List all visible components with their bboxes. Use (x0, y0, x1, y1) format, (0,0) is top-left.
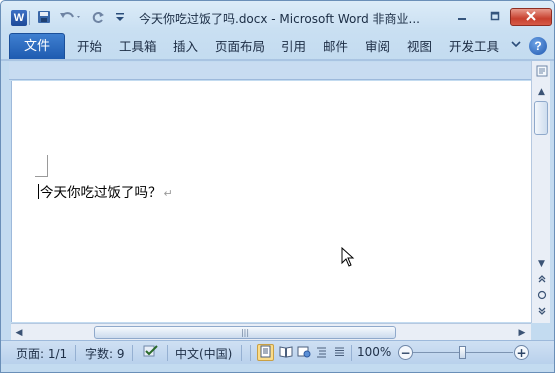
close-icon (526, 10, 536, 24)
double-chevron-down-icon (537, 306, 547, 319)
tab-file[interactable]: 文件 (9, 33, 65, 60)
scroll-down-button[interactable]: ▼ (534, 257, 549, 271)
page-indicator[interactable]: 页面: 1/1 (16, 345, 67, 362)
web-layout-icon (297, 345, 311, 361)
minimize-button[interactable] (449, 8, 475, 26)
ribbon-divider (1, 59, 554, 61)
mouse-pointer-icon (341, 246, 355, 270)
zoom-slider-thumb[interactable] (459, 346, 466, 359)
title-bar: W 今天你吃过饭了吗.docx - Microsoft Word 非商业... (1, 1, 554, 33)
ribbon-tabs: 文件 开始 工具箱 插入 页面布局 引用 邮件 审阅 视图 开发工具 ? (1, 33, 554, 60)
zoom-level[interactable]: 100% (357, 345, 391, 359)
proofing-button[interactable] (141, 344, 161, 361)
expand-ribbon-button[interactable] (510, 38, 522, 54)
tab-home[interactable]: 开始 (77, 33, 102, 60)
draft-view-button[interactable] (331, 344, 348, 361)
text-caret (38, 184, 39, 199)
print-layout-icon (259, 345, 272, 361)
tab-view[interactable]: 视图 (407, 33, 432, 60)
ruler-area (9, 62, 531, 80)
status-divider (351, 345, 352, 361)
circle-icon (537, 290, 547, 303)
tab-developer[interactable]: 开发工具 (449, 33, 499, 60)
tab-page-layout[interactable]: 页面布局 (215, 33, 265, 60)
ruler-icon (536, 65, 548, 80)
grip-icon: ||| (240, 328, 250, 337)
window-title: 今天你吃过饭了吗.docx - Microsoft Word 非商业... (139, 12, 420, 26)
arrow-left-icon: ◀ (15, 327, 23, 338)
status-divider (75, 345, 76, 361)
chevron-down-icon (510, 38, 522, 53)
print-layout-view-button[interactable] (257, 344, 274, 361)
qat-divider (29, 11, 30, 25)
word-window: W 今天你吃过饭了吗.docx - Microsoft Word 非商业... (0, 0, 555, 373)
save-button[interactable] (35, 9, 53, 27)
status-divider (241, 345, 242, 361)
paragraph-mark: ↵ (163, 187, 173, 200)
status-divider (250, 345, 251, 361)
restore-button[interactable] (482, 8, 508, 26)
undo-button[interactable] (57, 9, 85, 27)
full-screen-reading-view-button[interactable] (277, 344, 294, 361)
proofing-check-icon (142, 344, 160, 361)
scroll-right-button[interactable]: ▶ (515, 326, 529, 339)
tab-references[interactable]: 引用 (281, 33, 306, 60)
outline-view-button[interactable] (313, 344, 330, 361)
zoom-out-button[interactable]: − (398, 345, 413, 360)
word-app-icon[interactable]: W (11, 10, 27, 26)
close-button[interactable] (510, 8, 552, 26)
horizontal-scroll-thumb[interactable]: ||| (94, 326, 396, 339)
undo-icon (59, 10, 83, 27)
tab-review[interactable]: 审阅 (365, 33, 390, 60)
arrow-down-icon: ▼ (538, 259, 545, 269)
ruler-toggle-button[interactable] (534, 65, 549, 79)
margin-corner-mark (35, 155, 48, 177)
document-text: 今天你吃过饭了吗？ (40, 185, 162, 201)
status-bar: 页面: 1/1 字数: 9 中文(中国) 100% − + (1, 340, 554, 364)
arrow-up-icon: ▲ (538, 87, 545, 97)
draft-icon (333, 345, 346, 361)
double-chevron-up-icon (537, 274, 547, 287)
tab-insert[interactable]: 插入 (173, 33, 198, 60)
plus-icon: + (516, 345, 527, 360)
customize-qat-icon (115, 11, 125, 26)
horizontal-scrollbar[interactable]: ◀ ||| ▶ (11, 323, 531, 340)
select-browse-object-button[interactable] (534, 289, 549, 303)
restore-icon (490, 10, 500, 24)
outline-icon (315, 345, 328, 361)
document-page[interactable]: 今天你吃过饭了吗？ ↵ (11, 81, 531, 322)
vertical-scrollbar[interactable]: ▲ ▼ (531, 61, 550, 323)
customize-qat-button[interactable] (113, 9, 127, 27)
word-count[interactable]: 字数: 9 (85, 345, 125, 362)
help-button[interactable]: ? (529, 37, 547, 55)
next-page-button[interactable] (534, 305, 549, 319)
vertical-scroll-thumb[interactable] (534, 101, 548, 135)
status-divider (167, 345, 168, 361)
scroll-left-button[interactable]: ◀ (12, 326, 26, 339)
minus-icon: − (400, 345, 411, 360)
redo-icon (91, 10, 105, 27)
redo-button[interactable] (89, 9, 107, 27)
full-screen-reading-icon (279, 345, 293, 361)
arrow-right-icon: ▶ (518, 327, 526, 338)
language-indicator[interactable]: 中文(中国) (175, 345, 232, 362)
scroll-up-button[interactable]: ▲ (534, 85, 549, 99)
tab-toolbox[interactable]: 工具箱 (119, 33, 157, 60)
zoom-in-button[interactable]: + (514, 345, 529, 360)
document-paragraph[interactable]: 今天你吃过饭了吗？ ↵ (38, 181, 173, 201)
tab-mailings[interactable]: 邮件 (323, 33, 348, 60)
previous-page-button[interactable] (534, 273, 549, 287)
window-bottom-edge (1, 364, 554, 372)
minimize-icon (457, 10, 467, 24)
save-icon (37, 10, 51, 27)
web-layout-view-button[interactable] (295, 344, 312, 361)
help-icon: ? (534, 39, 542, 53)
status-divider (132, 345, 133, 361)
